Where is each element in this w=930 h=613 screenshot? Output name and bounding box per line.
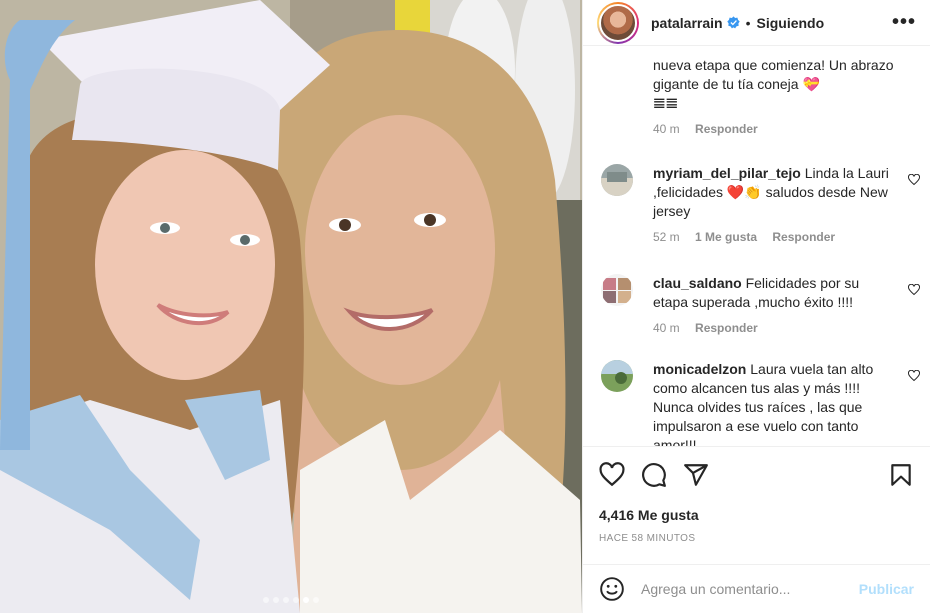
comment-time: 40 m xyxy=(653,321,680,335)
more-options-icon[interactable]: ••• xyxy=(892,11,916,34)
post-header: patalarrain • Siguiendo ••• xyxy=(583,0,930,46)
add-comment-bar: Publicar xyxy=(583,564,930,613)
comment-meta: 40 m Responder xyxy=(653,321,920,335)
comment-time: 52 m xyxy=(653,230,680,244)
carousel-dot[interactable] xyxy=(283,597,289,603)
post-side-panel: patalarrain • Siguiendo ••• nueva etapa … xyxy=(582,0,930,613)
like-comment-icon[interactable] xyxy=(908,174,920,186)
following-button[interactable]: Siguiendo xyxy=(757,15,825,31)
comments-list[interactable]: nueva etapa que comienza! Un abrazo giga… xyxy=(583,46,930,446)
photo-illustration xyxy=(0,0,582,613)
comment-text-extra: 𝌆𝌆 xyxy=(653,95,679,111)
post-actions: 4,416 Me gusta HACE 58 MINUTOS xyxy=(583,446,930,564)
carousel-dot[interactable] xyxy=(273,597,279,603)
emoji-icon[interactable] xyxy=(599,576,625,602)
commenter-avatar[interactable] xyxy=(601,164,633,196)
comment-time: 40 m xyxy=(653,122,680,136)
publish-button[interactable]: Publicar xyxy=(859,581,914,597)
comment-text: nueva etapa que comienza! Un abrazo giga… xyxy=(653,56,894,113)
like-comment-icon[interactable] xyxy=(908,284,920,296)
author-avatar[interactable] xyxy=(597,1,639,44)
like-icon[interactable] xyxy=(599,462,625,488)
share-icon[interactable] xyxy=(683,462,709,488)
comment-username[interactable]: monicadelzon xyxy=(653,361,746,377)
commenter-avatar[interactable] xyxy=(601,360,633,392)
comment-item: nueva etapa que comienza! Un abrazo giga… xyxy=(601,56,920,136)
author-username[interactable]: patalarrain xyxy=(651,15,723,31)
header-separator: • xyxy=(745,14,751,31)
save-icon[interactable] xyxy=(888,462,914,488)
comment-icon[interactable] xyxy=(641,462,667,488)
carousel-dot[interactable] xyxy=(313,597,319,603)
carousel-indicator xyxy=(0,597,582,603)
comment-meta: 52 m 1 Me gusta Responder xyxy=(653,230,920,244)
comment-text-body: nueva etapa que comienza! Un abrazo giga… xyxy=(653,57,894,92)
comment-item: monicadelzon Laura vuela tan alto como a… xyxy=(601,360,920,446)
comment-reply-button[interactable]: Responder xyxy=(772,230,835,244)
comment-text: myriam_del_pilar_tejo Linda la Lauri ,fe… xyxy=(653,164,894,221)
commenter-avatar[interactable] xyxy=(601,274,633,306)
comment-item: myriam_del_pilar_tejo Linda la Lauri ,fe… xyxy=(601,164,920,244)
comment-reply-button[interactable]: Responder xyxy=(695,321,758,335)
carousel-dot[interactable] xyxy=(263,597,269,603)
carousel-dot[interactable] xyxy=(293,597,299,603)
comment-username[interactable]: myriam_del_pilar_tejo xyxy=(653,165,801,181)
verified-badge-icon xyxy=(726,16,740,29)
carousel-dot-active[interactable] xyxy=(303,597,309,603)
post-time[interactable]: HACE 58 MINUTOS xyxy=(583,533,930,544)
comment-username[interactable]: clau_saldano xyxy=(653,275,742,291)
comment-text: clau_saldano Felicidades por su etapa su… xyxy=(653,274,894,312)
like-comment-icon[interactable] xyxy=(908,370,920,382)
comment-likes[interactable]: 1 Me gusta xyxy=(695,230,757,244)
comment-meta: 40 m Responder xyxy=(653,122,920,136)
likes-count[interactable]: 4,416 Me gusta xyxy=(583,507,930,523)
comment-text: monicadelzon Laura vuela tan alto como a… xyxy=(653,360,894,446)
comment-input[interactable] xyxy=(641,581,859,597)
action-icons xyxy=(583,447,930,503)
comment-reply-button[interactable]: Responder xyxy=(695,122,758,136)
comment-item: clau_saldano Felicidades por su etapa su… xyxy=(601,274,920,335)
post-photo[interactable] xyxy=(0,0,582,613)
